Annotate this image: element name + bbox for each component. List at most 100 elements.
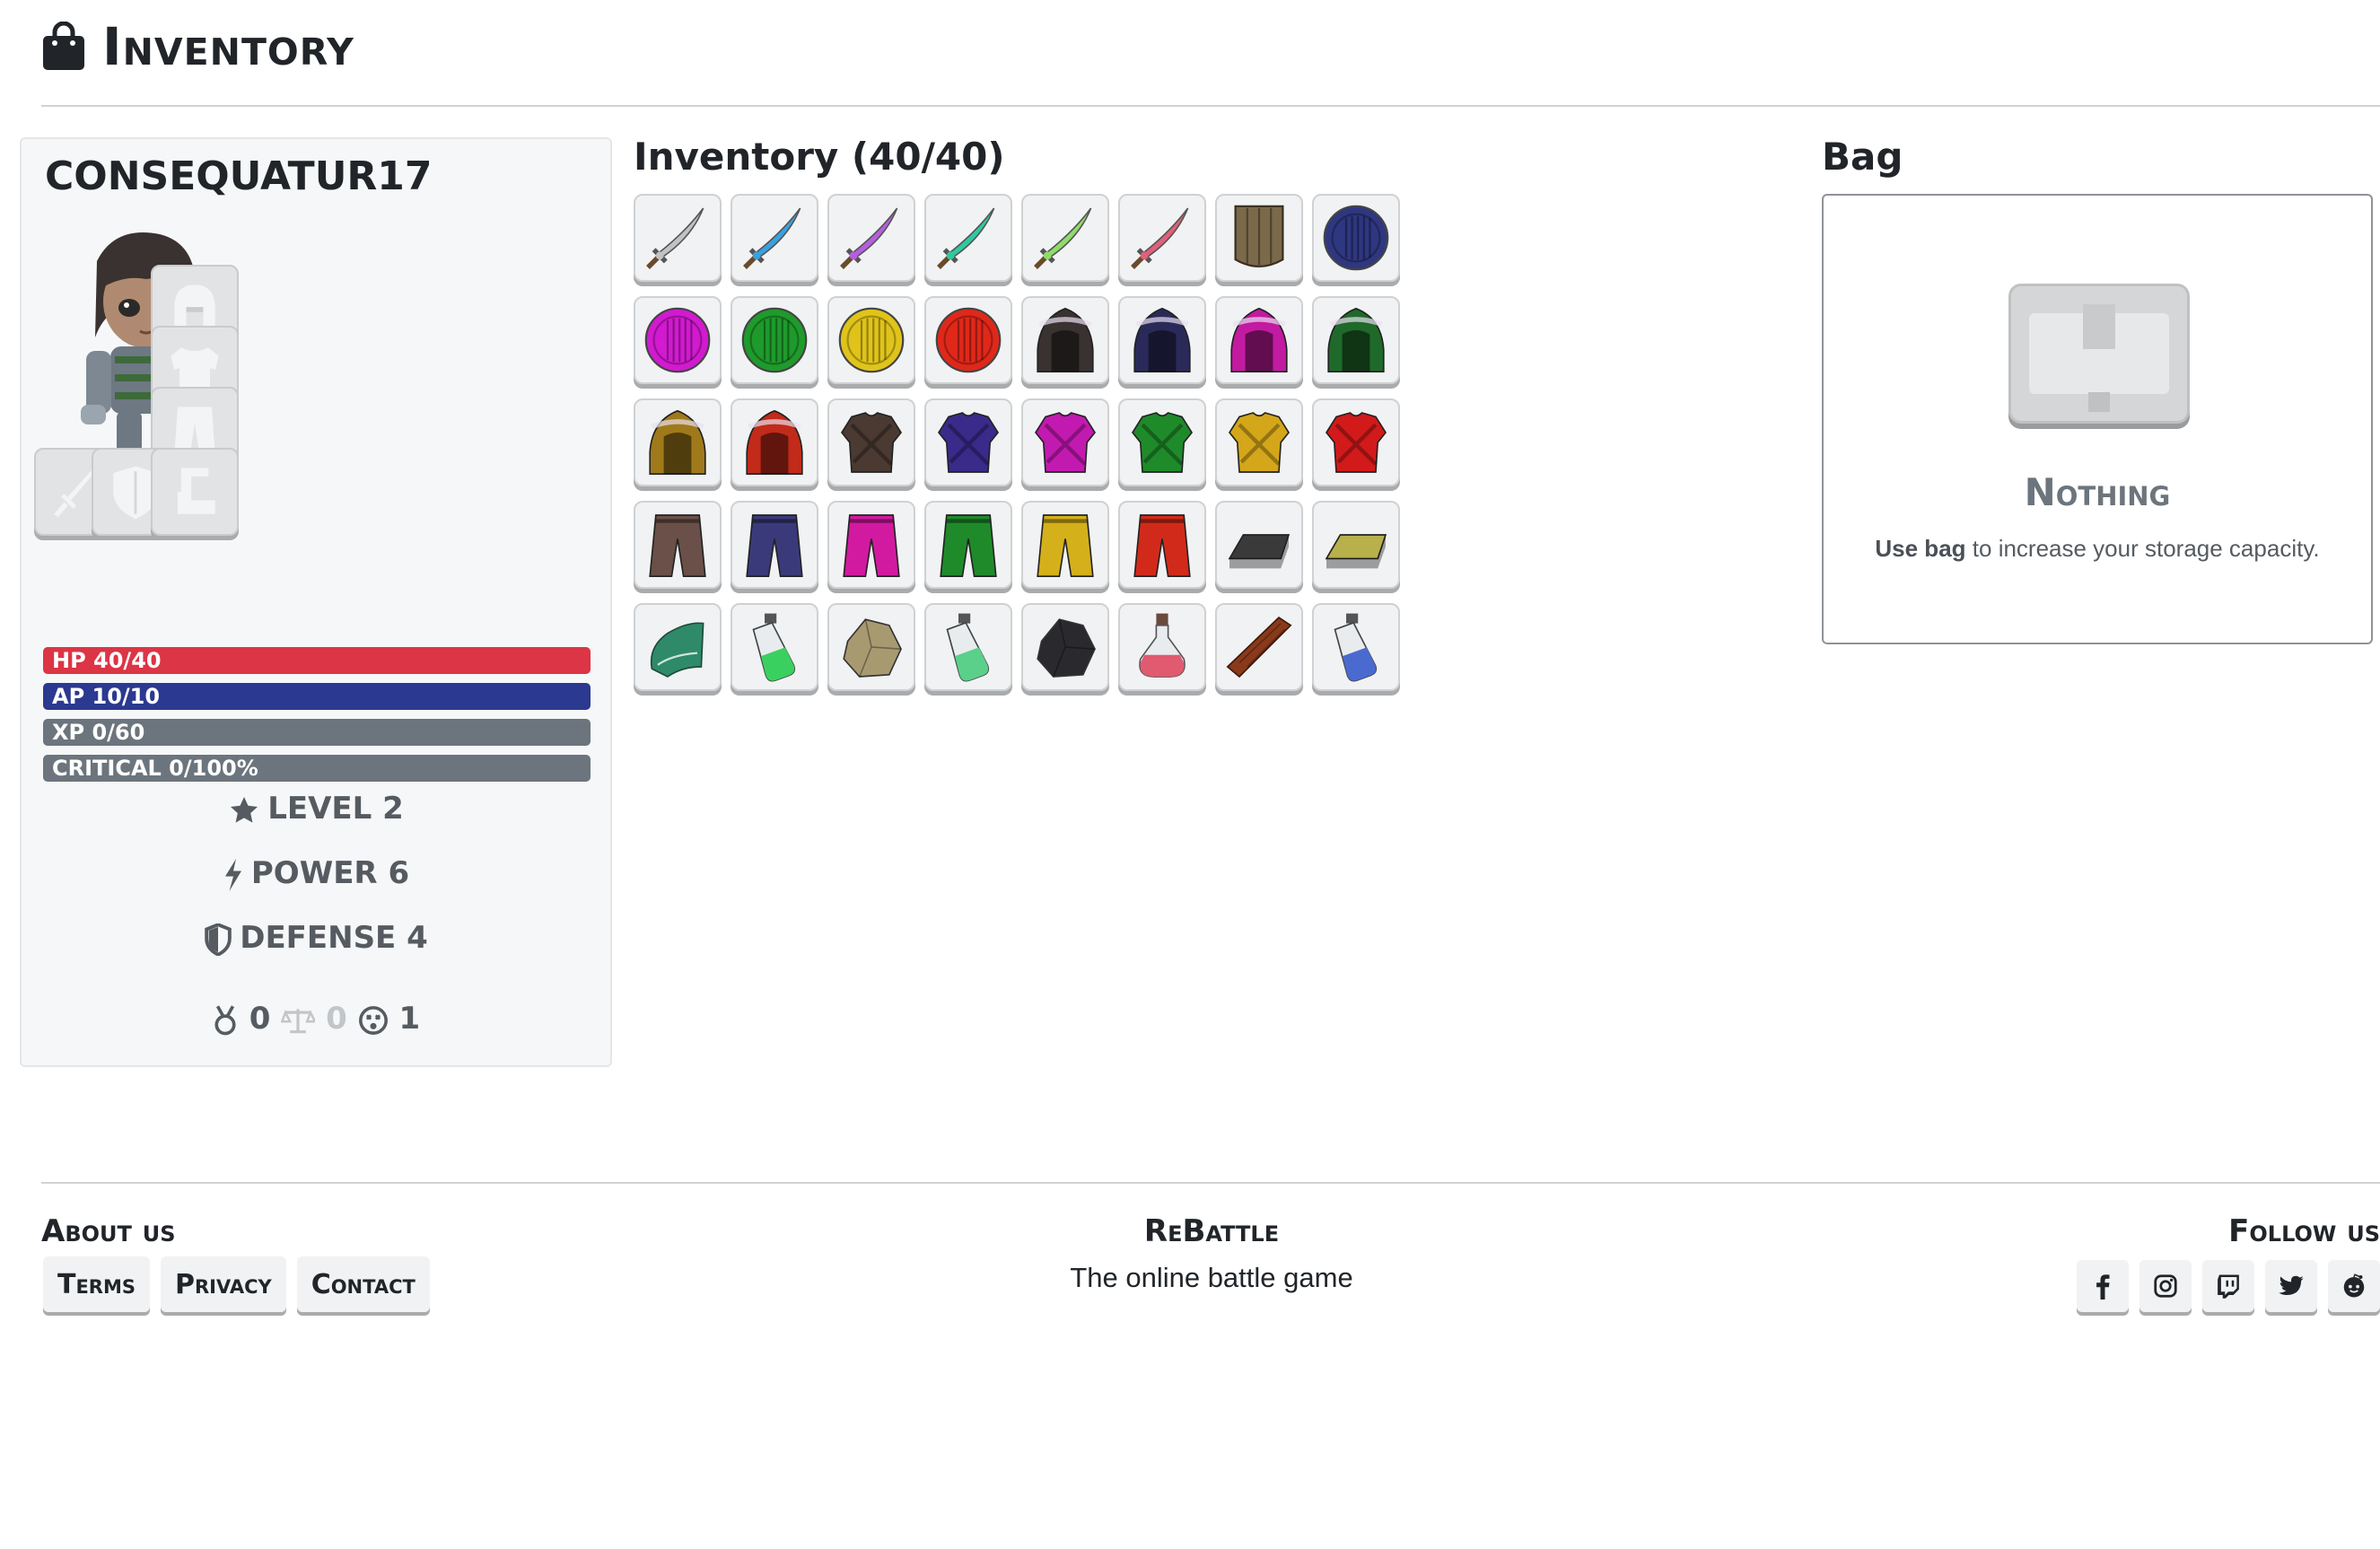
footer-divider: [41, 1182, 2380, 1184]
inventory-item-ingot[interactable]: [1312, 501, 1400, 589]
cloth-icon: [650, 622, 704, 678]
rock-icon: [843, 618, 902, 678]
medal-counts: 0 0 1: [22, 1001, 610, 1037]
footer-brand: ReBattle The online battle game: [987, 1213, 1436, 1294]
brand-name: ReBattle: [1143, 1213, 1280, 1249]
inventory-item-sword[interactable]: [827, 194, 915, 282]
sword-icon: [840, 207, 898, 269]
follow-title: Follow us: [2228, 1213, 2380, 1249]
bar-label: AP 10/10: [52, 684, 161, 709]
bag-hint: Use bag to increase your storage capacit…: [1824, 535, 2371, 563]
about-title: About us: [41, 1213, 176, 1249]
inventory-item-round-shield[interactable]: [924, 296, 1012, 384]
inventory-item-flask[interactable]: [1118, 603, 1206, 691]
bag-title: Bag: [1822, 135, 1903, 179]
character-name: CONSEQUATUR17: [45, 153, 433, 199]
round-shield-icon: [644, 307, 711, 373]
inventory-item-potion[interactable]: [1312, 603, 1400, 691]
facebook-link[interactable]: [2077, 1260, 2129, 1312]
medal-icon: [214, 1004, 236, 1035]
bar-label: CRITICAL 0/100%: [52, 756, 258, 781]
inventory-item-sword[interactable]: [1118, 194, 1206, 282]
page-title: Inventory: [102, 16, 354, 77]
ap-bar: AP 10/10: [43, 683, 591, 710]
inventory-item-hood[interactable]: [1215, 296, 1303, 384]
inventory-item-hood[interactable]: [1021, 296, 1109, 384]
bag-hint-text: to increase your storage capacity.: [1972, 535, 2320, 562]
inventory-item-round-shield[interactable]: [1312, 194, 1400, 282]
twitter-link[interactable]: [2265, 1260, 2317, 1312]
round-shield-icon: [935, 307, 1002, 373]
twitch-icon: [2218, 1274, 2239, 1299]
reddit-link[interactable]: [2328, 1260, 2380, 1312]
plank-icon: [1226, 616, 1292, 678]
inventory-item-armor[interactable]: [924, 398, 1012, 486]
losses-count: 1: [398, 1001, 421, 1037]
inventory-item-hood[interactable]: [731, 398, 818, 486]
pants-icon: [649, 514, 706, 578]
inventory-item-hood[interactable]: [1118, 296, 1206, 384]
inventory-item-round-shield[interactable]: [634, 296, 722, 384]
inventory-item-sword[interactable]: [634, 194, 722, 282]
inventory-item-sword[interactable]: [924, 194, 1012, 282]
potion-icon: [1334, 613, 1378, 682]
page-header: Inventory: [41, 16, 354, 77]
armor-icon: [1228, 412, 1291, 473]
hood-icon: [1037, 307, 1094, 373]
ingot-icon: [1325, 534, 1387, 569]
inventory-item-pants[interactable]: [634, 501, 722, 589]
inventory-item-pants[interactable]: [731, 501, 818, 589]
inventory-item-sword[interactable]: [731, 194, 818, 282]
bar-label: XP 0/60: [52, 720, 145, 745]
inventory-item-wood-shield[interactable]: [1215, 194, 1303, 282]
inventory-item-armor[interactable]: [827, 398, 915, 486]
contact-link[interactable]: Contact: [296, 1256, 430, 1312]
bag-slot[interactable]: [2008, 284, 2190, 424]
inventory-item-round-shield[interactable]: [827, 296, 915, 384]
pants-icon: [1037, 514, 1094, 578]
inventory-item-rock[interactable]: [1021, 603, 1109, 691]
inventory-item-round-shield[interactable]: [731, 296, 818, 384]
inventory-item-plank[interactable]: [1215, 603, 1303, 691]
brand-tagline: The online battle game: [1070, 1262, 1353, 1293]
instagram-icon: [2154, 1274, 2177, 1298]
twitch-link[interactable]: [2202, 1260, 2254, 1312]
inventory-item-ingot[interactable]: [1215, 501, 1303, 589]
inventory-item-pants[interactable]: [827, 501, 915, 589]
inventory-item-pants[interactable]: [924, 501, 1012, 589]
header-divider: [41, 105, 2380, 107]
inventory-item-hood[interactable]: [1312, 296, 1400, 384]
sword-icon: [1131, 207, 1189, 269]
inventory-item-potion[interactable]: [731, 603, 818, 691]
round-shield-icon: [741, 307, 808, 373]
armor-icon: [1131, 412, 1194, 473]
shopping-bag-icon: [43, 22, 84, 70]
inventory-item-armor[interactable]: [1215, 398, 1303, 486]
terms-link[interactable]: Terms: [43, 1256, 151, 1312]
inventory-item-hood[interactable]: [634, 398, 722, 486]
inventory-item-pants[interactable]: [1118, 501, 1206, 589]
hood-icon: [1230, 307, 1288, 373]
power-label: POWER 6: [250, 855, 410, 891]
inventory-item-potion[interactable]: [924, 603, 1012, 691]
bar-label: HP 40/40: [52, 648, 162, 673]
boots-slot[interactable]: [151, 448, 239, 536]
inventory-item-armor[interactable]: [1118, 398, 1206, 486]
inventory-title: Inventory (40/40): [634, 135, 1005, 179]
hood-icon: [746, 409, 803, 476]
pants-icon: [940, 514, 997, 578]
inventory-item-pants[interactable]: [1021, 501, 1109, 589]
round-shield-icon: [1323, 205, 1389, 271]
sword-icon: [1034, 207, 1092, 269]
inventory-item-rock[interactable]: [827, 603, 915, 691]
inventory-item-sword[interactable]: [1021, 194, 1109, 282]
wins-count: 0: [249, 1001, 271, 1037]
instagram-link[interactable]: [2139, 1260, 2192, 1312]
draws-count: 0: [326, 1001, 347, 1037]
inventory-item-armor[interactable]: [1021, 398, 1109, 486]
armor-icon: [937, 412, 1000, 473]
inventory-item-armor[interactable]: [1312, 398, 1400, 486]
inventory-item-cloth[interactable]: [634, 603, 722, 691]
privacy-link[interactable]: Privacy: [161, 1256, 286, 1312]
xp-bar: XP 0/60: [43, 719, 591, 746]
